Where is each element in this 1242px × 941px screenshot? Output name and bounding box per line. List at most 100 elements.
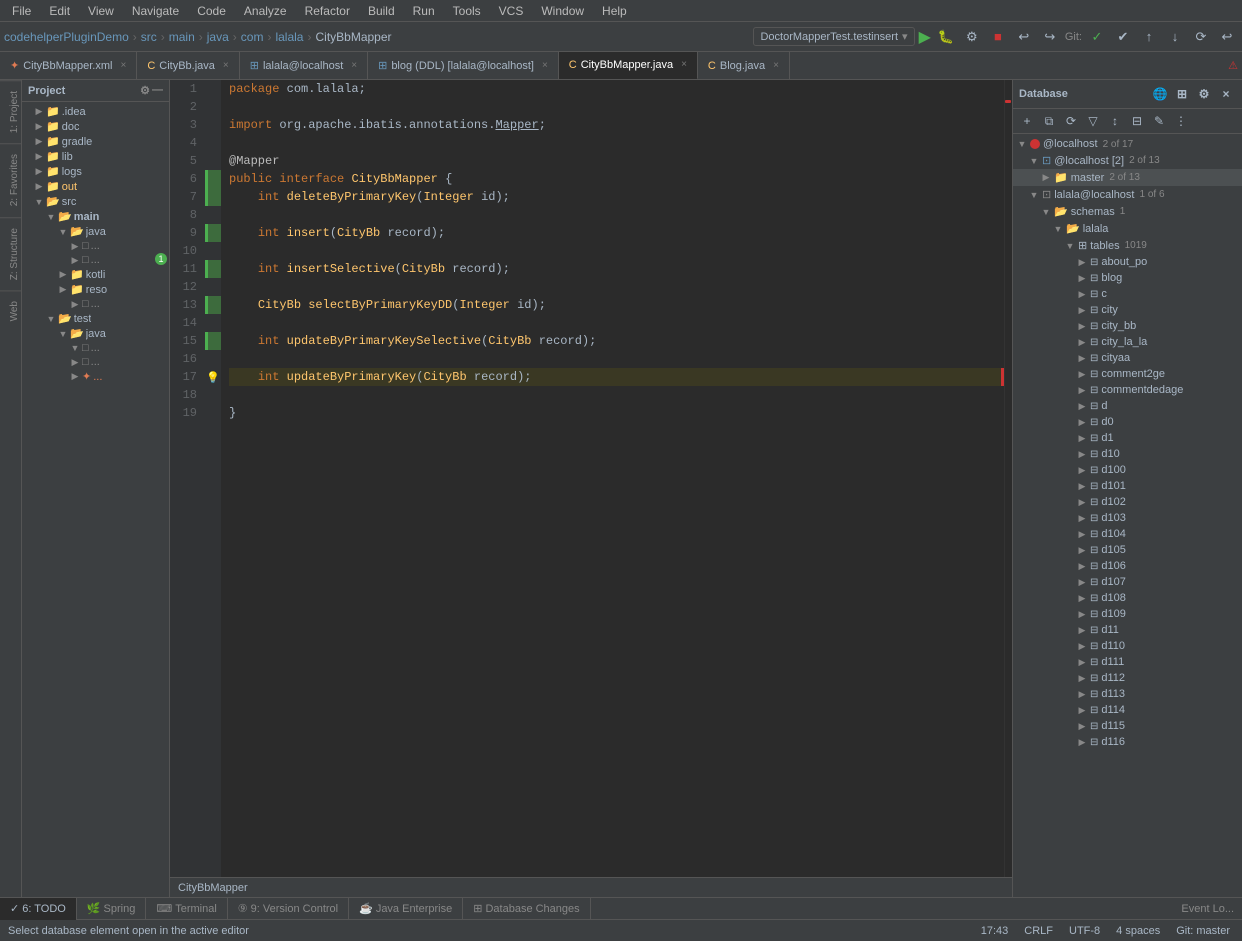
expand-arrow-icon[interactable]: ▶	[1077, 497, 1087, 508]
menu-vcs[interactable]: VCS	[491, 2, 532, 20]
expand-arrow-icon[interactable]: ▼	[1053, 224, 1063, 234]
db-table-about-po[interactable]: ▶ ⊟ about_po	[1013, 254, 1242, 270]
collapse-arrow-icon[interactable]: ▼	[58, 227, 68, 237]
db-table-city-bb[interactable]: ▶ ⊟ city_bb	[1013, 318, 1242, 334]
gear-icon[interactable]: ⚙	[140, 84, 150, 97]
layout-icon[interactable]: ⊞	[1172, 84, 1192, 104]
menu-view[interactable]: View	[80, 2, 122, 20]
filter-button[interactable]: ▽	[1083, 111, 1103, 131]
tree-item-kotlin[interactable]: ▶ 📁 kotli	[22, 267, 169, 282]
expand-arrow-icon[interactable]: ▼	[1017, 139, 1027, 149]
expand-arrow-icon[interactable]: ▶	[1077, 513, 1087, 524]
expand-arrow-icon[interactable]: ▼	[1065, 241, 1075, 251]
collapse-arrow-icon[interactable]: ▶	[70, 371, 80, 382]
table-icon[interactable]: ⊟	[1127, 111, 1147, 131]
breadcrumb-src[interactable]: src	[141, 30, 157, 44]
menu-build[interactable]: Build	[360, 2, 403, 20]
db-table-d11[interactable]: ▶ ⊟ d11	[1013, 622, 1242, 638]
close-icon[interactable]: ×	[120, 60, 126, 71]
copy-button[interactable]: ⧉	[1039, 111, 1059, 131]
collapse-arrow-icon[interactable]: ▶	[70, 241, 80, 252]
collapse-arrow-icon[interactable]: ▼	[34, 197, 44, 207]
collapse-arrow-icon[interactable]: ▶	[58, 269, 68, 280]
edit-button[interactable]: ✎	[1149, 111, 1169, 131]
expand-arrow-icon[interactable]: ▶	[1077, 689, 1087, 700]
status-indent[interactable]: 4 spaces	[1112, 925, 1164, 937]
tree-item-test[interactable]: ▼ 📂 test	[22, 311, 169, 326]
expand-arrow-icon[interactable]: ▶	[1077, 369, 1087, 380]
tree-item-logs[interactable]: ▶ 📁 logs	[22, 164, 169, 179]
db-table-commentdedage[interactable]: ▶ ⊟ commentdedage	[1013, 382, 1242, 398]
expand-arrow-icon[interactable]: ▼	[1041, 207, 1051, 217]
event-log-label[interactable]: Event Lo...	[1181, 903, 1234, 915]
collapse-arrow-icon[interactable]: ▶	[34, 136, 44, 147]
db-table-d[interactable]: ▶ ⊟ d	[1013, 398, 1242, 414]
db-table-d0[interactable]: ▶ ⊟ d0	[1013, 414, 1242, 430]
expand-arrow-icon[interactable]: ▶	[1077, 593, 1087, 604]
close-icon[interactable]: ×	[542, 60, 548, 71]
tree-item-java-sub1[interactable]: ▶ □ ...	[22, 239, 169, 253]
bottom-tab-todo[interactable]: ✓ 6: TODO	[0, 898, 77, 920]
bottom-tab-version-control[interactable]: ⑨ 9: Version Control	[228, 898, 349, 920]
gear-icon[interactable]: ⚙	[1194, 84, 1214, 104]
expand-arrow-icon[interactable]: ▶	[1077, 545, 1087, 556]
expand-arrow-icon[interactable]: ▶	[1077, 273, 1087, 284]
expand-arrow-icon[interactable]: ▶	[1077, 705, 1087, 716]
breadcrumb-main[interactable]: main	[169, 30, 195, 44]
sidebar-item-project[interactable]: 1: Project	[0, 80, 22, 143]
expand-arrow-icon[interactable]: ▶	[1077, 529, 1087, 540]
tab-citybpmapper-java[interactable]: C CityBbMapper.java ×	[559, 52, 698, 80]
sidebar-item-favorites[interactable]: 2: Favorites	[0, 143, 22, 216]
expand-arrow-icon[interactable]: ▶	[1077, 289, 1087, 300]
tree-item-test-java-sub2[interactable]: ▶ □ ...	[22, 355, 169, 369]
run-config-selector[interactable]: DoctorMapperTest.testinsert ▾	[753, 27, 914, 46]
expand-arrow-icon[interactable]: ▶	[1077, 561, 1087, 572]
tab-blog-ddl[interactable]: ⊞ blog (DDL) [lalala@localhost] ×	[368, 52, 559, 80]
build-button[interactable]: ⚙	[961, 26, 983, 48]
close-icon[interactable]: ×	[773, 60, 779, 71]
collapse-arrow-icon[interactable]: ▶	[34, 151, 44, 162]
stop-button[interactable]: ■	[987, 26, 1009, 48]
collapse-arrow-icon[interactable]: ▶	[34, 106, 44, 117]
db-item-localhost-root[interactable]: ▼ @localhost 2 of 17	[1013, 136, 1242, 152]
menu-run[interactable]: Run	[405, 2, 443, 20]
breadcrumb-file[interactable]: CityBbMapper	[315, 30, 391, 44]
db-table-d105[interactable]: ▶ ⊟ d105	[1013, 542, 1242, 558]
code-editor[interactable]: package com.lalala; import org.apache.ib…	[221, 80, 1004, 877]
breadcrumb-lalala[interactable]: lalala	[275, 30, 303, 44]
expand-arrow-icon[interactable]: ▶	[1077, 609, 1087, 620]
expand-arrow-icon[interactable]: ▶	[1077, 385, 1087, 396]
tree-item-main[interactable]: ▼ 📂 main	[22, 209, 169, 224]
refresh-button[interactable]: ⟳	[1061, 111, 1081, 131]
tree-item-lib[interactable]: ▶ 📁 lib	[22, 149, 169, 164]
redo-button[interactable]: ↪	[1039, 26, 1061, 48]
expand-arrow-icon[interactable]: ▶	[1077, 641, 1087, 652]
tab-lalala-localhost[interactable]: ⊞ lalala@localhost ×	[240, 52, 368, 80]
db-item-schemas[interactable]: ▼ 📂 schemas 1	[1013, 203, 1242, 220]
db-table-d100[interactable]: ▶ ⊟ d100	[1013, 462, 1242, 478]
tree-item-test-java-sub1[interactable]: ▼ □ ...	[22, 341, 169, 355]
sync-button[interactable]: ↕	[1105, 111, 1125, 131]
db-item-lalala-host[interactable]: ▼ ⊡ lalala@localhost 1 of 6	[1013, 186, 1242, 203]
expand-arrow-icon[interactable]: ▶	[1077, 401, 1087, 412]
db-table-d107[interactable]: ▶ ⊟ d107	[1013, 574, 1242, 590]
collapse-icon[interactable]: —	[152, 84, 163, 97]
db-table-d102[interactable]: ▶ ⊟ d102	[1013, 494, 1242, 510]
expand-arrow-icon[interactable]: ▶	[1077, 625, 1087, 636]
tree-item-java[interactable]: ▼ 📂 java	[22, 224, 169, 239]
collapse-arrow-icon[interactable]: ▶	[34, 121, 44, 132]
breadcrumb-java[interactable]: java	[207, 30, 229, 44]
db-table-d10[interactable]: ▶ ⊟ d10	[1013, 446, 1242, 462]
run-button[interactable]: ▶	[919, 27, 931, 47]
status-git-branch[interactable]: Git: master	[1172, 925, 1234, 937]
tree-item-doc[interactable]: ▶ 📁 doc	[22, 119, 169, 134]
tree-item-out[interactable]: ▶ 📁 out	[22, 179, 169, 194]
db-table-d1[interactable]: ▶ ⊟ d1	[1013, 430, 1242, 446]
tree-item-gradle[interactable]: ▶ 📁 gradle	[22, 134, 169, 149]
git-revert[interactable]: ↩	[1216, 26, 1238, 48]
db-table-d104[interactable]: ▶ ⊟ d104	[1013, 526, 1242, 542]
sidebar-item-web[interactable]: Web	[0, 290, 22, 331]
db-table-d116[interactable]: ▶ ⊟ d116	[1013, 734, 1242, 750]
expand-arrow-icon[interactable]: ▶	[1077, 449, 1087, 460]
expand-arrow-icon[interactable]: ▼	[1029, 156, 1039, 166]
